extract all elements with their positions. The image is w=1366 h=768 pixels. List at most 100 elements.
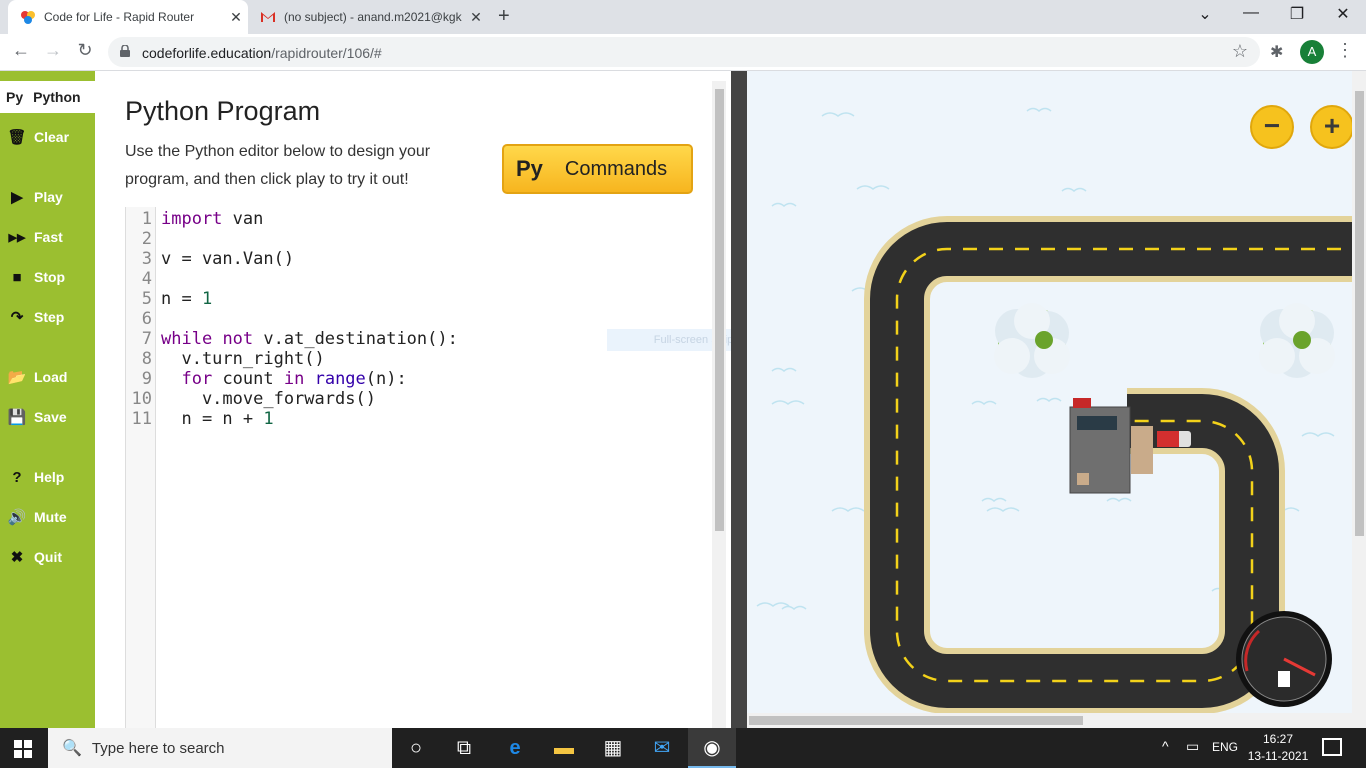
zoom-out-button[interactable]: − — [1250, 105, 1294, 149]
clear-button[interactable]: 🗑 Clear — [6, 126, 69, 148]
close-window-button[interactable]: ✕ — [1328, 4, 1358, 24]
game-canvas: − + — [747, 71, 1366, 728]
back-icon[interactable]: ← — [8, 40, 34, 61]
folder-icon: 📂 — [7, 369, 27, 386]
file-explorer-icon[interactable]: ▬ — [552, 736, 576, 760]
fast-button[interactable]: ▶▶ Fast — [6, 226, 63, 248]
close-tab-icon[interactable]: ✕ — [464, 9, 488, 26]
line-number: 2 — [141, 229, 152, 249]
fast-label: Fast — [34, 229, 63, 245]
search-icon: 🔍 — [62, 740, 82, 757]
mail-icon[interactable]: ✉ — [650, 736, 674, 760]
page-title: Python Program — [125, 96, 321, 126]
line-number: 9 — [141, 369, 152, 389]
scrollbar-thumb[interactable] — [715, 89, 724, 531]
scrollbar-thumb[interactable] — [1355, 91, 1364, 536]
python-logo-icon: Py — [516, 156, 543, 181]
restore-button[interactable]: ❐ — [1282, 4, 1312, 24]
tab-python[interactable]: Py Python — [0, 81, 95, 113]
save-label: Save — [34, 409, 67, 425]
stop-button[interactable]: ■ Stop — [6, 266, 65, 288]
language-indicator[interactable]: ENG — [1212, 740, 1238, 754]
line-number: 6 — [141, 309, 152, 329]
profile-avatar[interactable]: A — [1300, 40, 1324, 64]
windows-start-icon[interactable] — [14, 740, 32, 758]
panel-splitter[interactable] — [731, 71, 747, 728]
play-button[interactable]: ▶ Play — [6, 186, 63, 208]
browser-tab-gmail[interactable]: (no subject) - anand.m2021@kgk ✕ — [250, 0, 488, 34]
scrollbar-thumb[interactable] — [749, 716, 1083, 725]
zoom-in-button[interactable]: + — [1310, 105, 1354, 149]
bookmark-star-icon[interactable]: ☆ — [1232, 41, 1248, 62]
browser-menu-icon[interactable]: ⋮ — [1336, 40, 1354, 61]
edge-icon[interactable]: e — [503, 736, 527, 760]
reload-icon[interactable]: ↻ — [72, 40, 98, 61]
help-button[interactable]: ? Help — [6, 466, 64, 488]
extensions-puzzle-icon[interactable]: ✱ — [1270, 42, 1283, 62]
new-tab-button[interactable]: + — [498, 5, 510, 28]
clock-date: 13-11-2021 — [1247, 749, 1309, 763]
quit-button[interactable]: ✖ Quit — [6, 546, 62, 568]
code-line: v = van.Van() — [161, 249, 295, 269]
tab-title: (no subject) - anand.m2021@kgk — [284, 10, 462, 24]
code-editor[interactable]: 1 2 3 4 5 6 7 8 9 10 11 import van v = van.Van() n =… — [125, 207, 715, 728]
mute-button[interactable]: 🔊 Mute — [6, 506, 67, 528]
browser-tab-rapid-router[interactable]: Code for Life - Rapid Router ✕ — [8, 0, 248, 34]
play-icon: ▶ — [11, 189, 23, 206]
commands-label: Commands — [564, 157, 668, 180]
url-text: codeforlife.education/rapidrouter/106/# — [142, 45, 382, 61]
forward-icon[interactable]: → — [40, 40, 66, 61]
cortana-icon[interactable]: ○ — [404, 736, 428, 760]
clock-time: 16:27 — [1262, 732, 1294, 746]
line-number-gutter: 1 2 3 4 5 6 7 8 9 10 11 — [126, 207, 156, 728]
chrome-icon[interactable]: ◉ — [688, 728, 736, 768]
stop-icon: ■ — [12, 268, 22, 286]
load-button[interactable]: 📂 Load — [6, 366, 68, 388]
line-number: 3 — [141, 249, 152, 269]
stop-label: Stop — [34, 269, 66, 285]
system-clock[interactable]: 16:27 13-11-2021 — [1244, 731, 1312, 765]
quit-label: Quit — [34, 549, 62, 565]
python-logo-icon: Py — [6, 89, 24, 105]
tray-overflow-chevron-icon[interactable]: ^ — [1162, 738, 1169, 754]
trash-icon: 🗑 — [7, 129, 27, 146]
save-icon: 💾 — [7, 409, 27, 426]
commands-button[interactable]: Py Commands — [502, 144, 693, 194]
mute-label: Mute — [34, 509, 67, 525]
notification-icon[interactable] — [1322, 738, 1342, 756]
load-label: Load — [34, 369, 68, 385]
game-horizontal-scrollbar[interactable] — [747, 713, 1352, 728]
browser-toolbar: ← → ↻ codeforlife.education/rapidrouter/… — [0, 34, 1366, 71]
close-tab-icon[interactable]: ✕ — [224, 9, 248, 26]
code-line: v.turn_right() — [161, 349, 325, 369]
game-vertical-scrollbar[interactable] — [1352, 71, 1366, 728]
step-button[interactable]: ↷ Step — [6, 306, 65, 328]
step-icon: ↷ — [10, 309, 24, 326]
play-label: Play — [34, 189, 63, 205]
search-placeholder: Type here to search — [91, 739, 225, 757]
editor-description: Use the Python editor below to design yo… — [125, 143, 431, 188]
code-line: while not v.at_destination(): — [161, 329, 458, 349]
line-number: 10 — [131, 389, 152, 409]
store-icon[interactable]: ▦ — [601, 736, 625, 760]
code-line: n = 1 — [161, 289, 213, 309]
code-line: for count in range(n): — [181, 369, 407, 389]
tab-title: Code for Life - Rapid Router — [44, 10, 195, 24]
road-map — [756, 107, 1366, 714]
code-for-life-favicon-icon — [21, 11, 35, 24]
editor-scrollbar[interactable] — [712, 81, 726, 728]
gmail-favicon-icon — [261, 12, 275, 22]
taskbar-search-box[interactable]: 🔍 Type here to search — [48, 728, 392, 768]
save-button[interactable]: 💾 Save — [6, 406, 67, 428]
tree-right — [1259, 303, 1335, 378]
delivery-van — [1157, 431, 1191, 447]
line-number: 5 — [141, 289, 152, 309]
fast-forward-icon: ▶▶ — [8, 231, 26, 244]
minimize-button[interactable]: — — [1236, 4, 1266, 22]
task-view-icon[interactable]: ⧉ — [452, 736, 476, 760]
clear-label: Clear — [34, 129, 70, 145]
speaker-icon: 🔊 — [7, 509, 27, 526]
network-icon[interactable]: ▭ — [1186, 738, 1199, 755]
address-bar[interactable]: codeforlife.education/rapidrouter/106/# … — [108, 37, 1260, 67]
tab-search-dropdown-icon[interactable]: ⌄ — [1190, 4, 1220, 24]
